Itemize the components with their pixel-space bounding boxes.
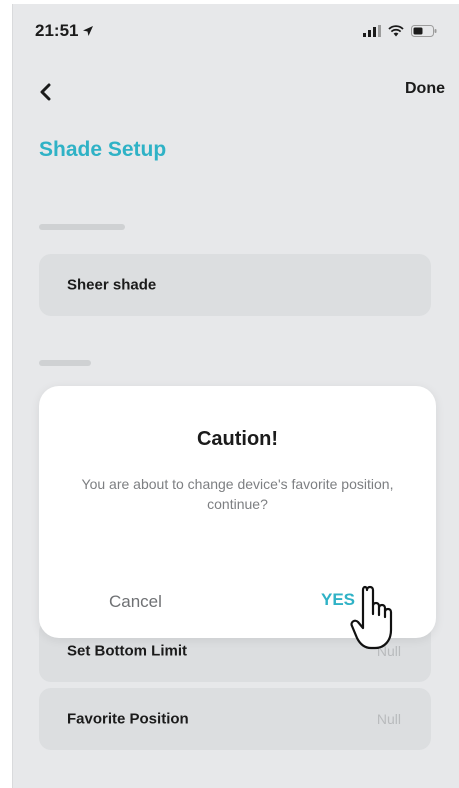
app-screen: 21:51 Done Shade Setup Sheer shade Set B… — [12, 4, 459, 788]
dialog-message: You are about to change device's favorit… — [81, 476, 394, 512]
cancel-button[interactable]: Cancel — [109, 592, 162, 612]
dialog-title: Caution! — [196, 428, 279, 450]
hand-pointer-icon — [350, 585, 393, 650]
phone-frame: 21:51 Done Shade Setup Sheer shade Set B… — [0, 0, 459, 788]
